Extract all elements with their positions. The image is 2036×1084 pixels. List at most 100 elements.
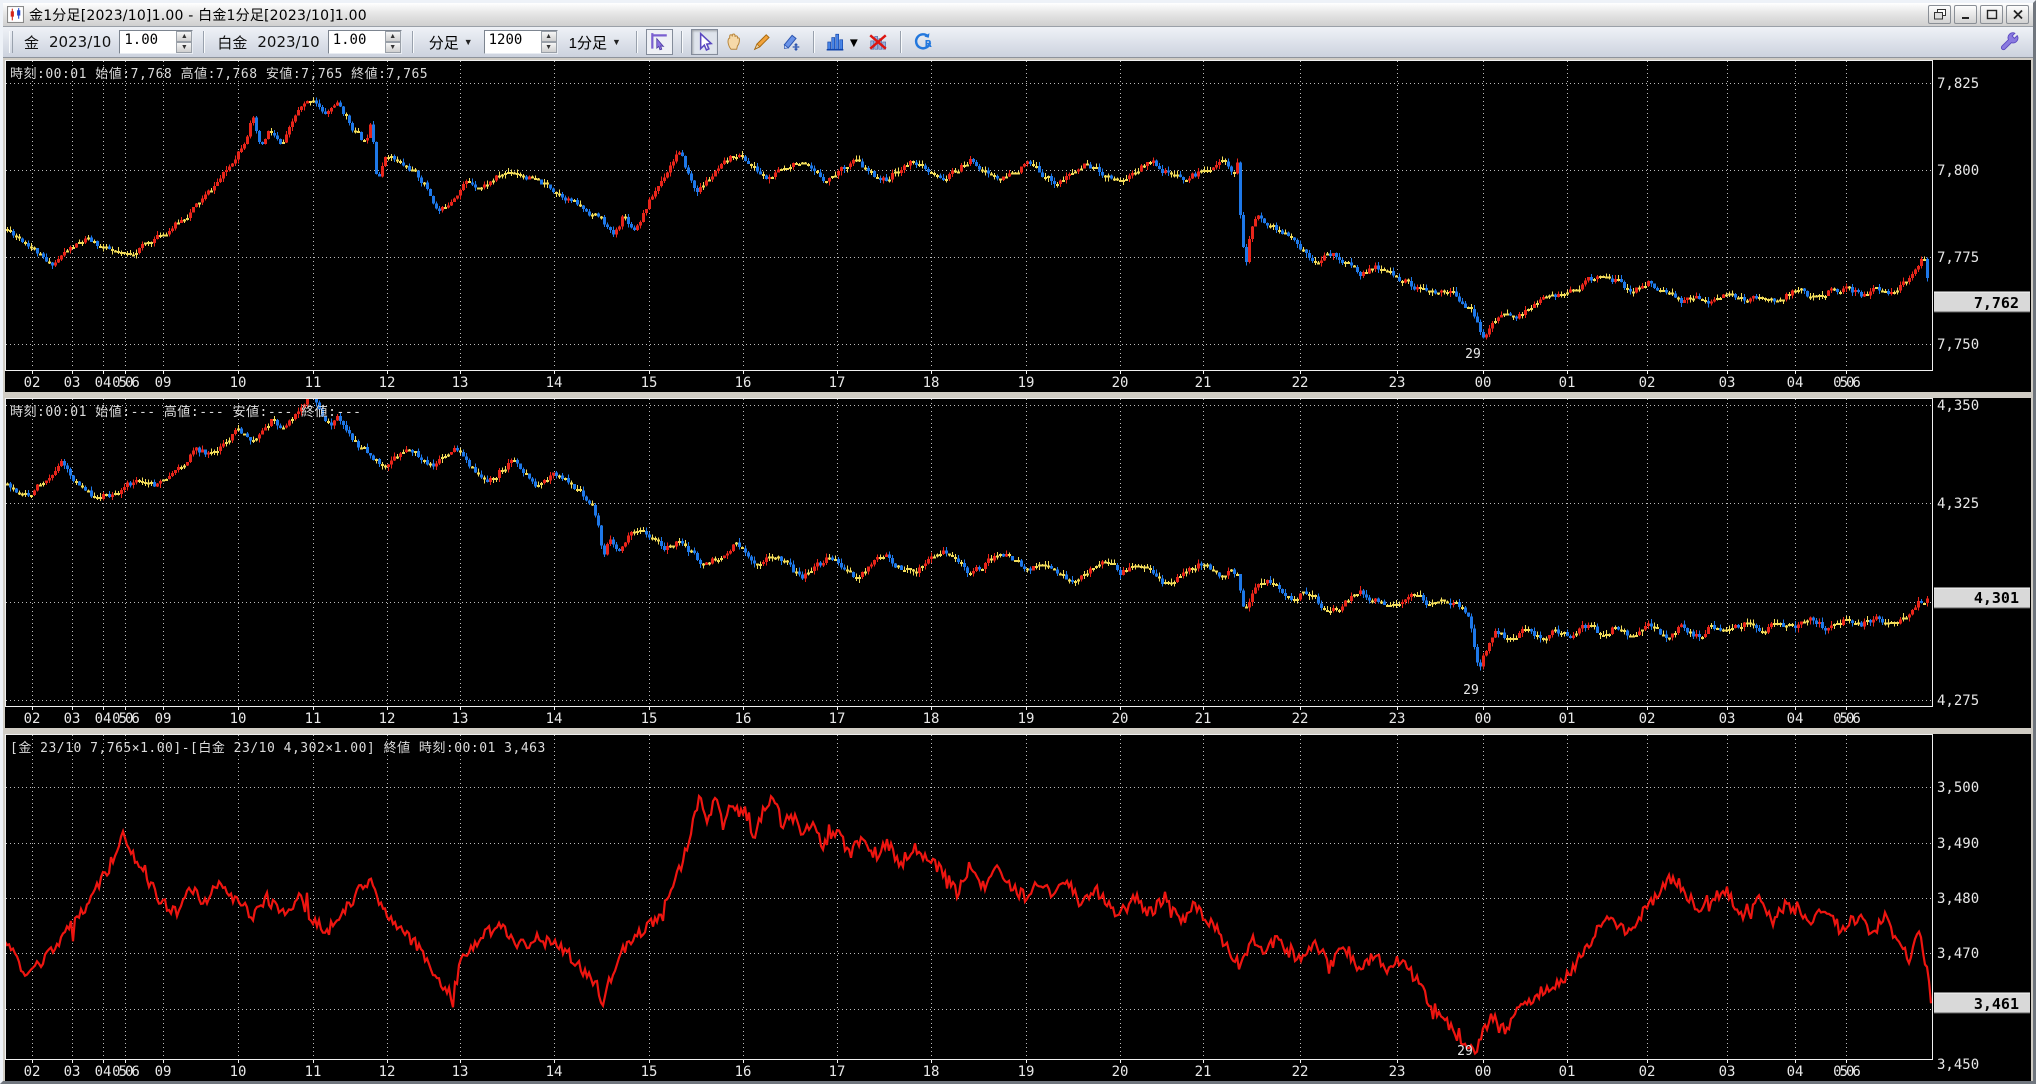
x-axis-hour-label: 03 — [1719, 375, 1736, 391]
bar-count-value[interactable]: 1200 — [485, 31, 541, 53]
x-axis-hour-label: 21 — [1195, 711, 1212, 727]
maximize-button[interactable] — [1980, 5, 2003, 24]
y-axis-price-label: 3,450 — [1937, 1057, 1979, 1073]
app-window: 金1分足[2023/10]1.00 - 白金1分足[2023/10]1.00 金… — [0, 0, 2036, 1084]
y-axis-price-label: 7,750 — [1937, 337, 1979, 353]
platinum-chart-svg[interactable]: 02 03 04 0506 09 10 11 12 13 14 15 16 17 18 19 20 21 22 23… — [5, 398, 2031, 728]
gold-multiplier-value[interactable]: 1.00 — [120, 31, 176, 53]
plot-border — [5, 60, 1933, 371]
x-axis: 02 03 04 0506 09 10 11 12 13 14 15 16 17 18 19 20 21 22 23… — [24, 1059, 1862, 1080]
interval-dropdown[interactable]: 1分足 ▼ — [563, 29, 627, 56]
x-axis-hour-label: 18 — [923, 711, 940, 727]
platinum-symbol-label: 白金 — [217, 33, 248, 52]
bar-chart-delete-icon — [869, 34, 887, 50]
x-axis-hour-label: 04 — [95, 375, 112, 391]
x-axis-hour-label: 12 — [379, 711, 396, 727]
cascade-windows-button[interactable] — [1928, 5, 1951, 24]
close-button[interactable] — [2006, 5, 2029, 24]
x-axis-hour-label: 02 — [24, 711, 41, 727]
chart-pointer-settings-button[interactable] — [645, 29, 673, 55]
gold-contract-month-label: 2023/10 — [49, 33, 112, 51]
y-axis-price-label: 4,275 — [1937, 693, 1979, 709]
x-axis-hour-label: 21 — [1195, 375, 1212, 391]
x-axis-hour-label: 16 — [735, 1064, 752, 1080]
x-axis-hour-label: 10 — [230, 1064, 247, 1080]
x-axis-hour-label: 23 — [1389, 711, 1406, 727]
date-change-marker: 29 — [1457, 1044, 1473, 1059]
x-axis-hour-label: 17 — [829, 711, 846, 727]
x-axis-hour-label: 16 — [735, 711, 752, 727]
settings-wrench-button[interactable] — [1996, 29, 2023, 55]
x-axis-hour-label: 10 — [230, 711, 247, 727]
gold-symbol-label: 金 — [24, 33, 40, 52]
chart-type-button[interactable]: ▼ — [823, 29, 863, 55]
pan-tool-button[interactable] — [720, 29, 747, 55]
chart-pointer-icon — [651, 33, 668, 51]
platinum-multiplier-spin-down-button[interactable]: ▼ — [384, 42, 401, 53]
x-axis-hour-label: 04 — [1787, 375, 1804, 391]
x-axis-hour-label: 17 — [829, 1064, 846, 1080]
toolbar-grip[interactable] — [9, 31, 13, 53]
x-axis-hour-label: 01 — [1559, 375, 1576, 391]
bar-type-dropdown[interactable]: 分足 ▼ — [423, 29, 479, 56]
x-axis-hour-label: 20 — [1112, 1064, 1129, 1080]
x-axis-hour-label: 20 — [1112, 711, 1129, 727]
bar-count-spin-down-button[interactable]: ▼ — [540, 42, 557, 53]
bar-count-spin-up-button[interactable]: ▲ — [540, 31, 557, 42]
delete-indicators-button[interactable] — [865, 29, 892, 55]
x-axis-hour-label: 23 — [1389, 375, 1406, 391]
platinum-multiplier-value[interactable]: 1.00 — [329, 31, 385, 53]
platinum-multiplier-input[interactable]: 1.00 ▲ ▼ — [327, 30, 402, 54]
platinum-candles-series — [6, 398, 1929, 671]
bar-count-input[interactable]: 1200 ▲ ▼ — [483, 30, 558, 54]
y-axis-price-label: 4,325 — [1937, 496, 1979, 512]
x-axis-hour-label: 23 — [1389, 1064, 1406, 1080]
title-bar[interactable]: 金1分足[2023/10]1.00 - 白金1分足[2023/10]1.00 — [3, 3, 2033, 27]
minimize-button[interactable] — [1954, 5, 1977, 24]
gold-chart-svg[interactable]: 02 03 04 0506 09 10 11 12 13 14 15 16 17 18 19 20 21 22 23… — [5, 60, 2031, 392]
spread-chart-svg[interactable]: 02 03 04 0506 09 10 11 12 13 14 15 16 17 18 19 20 21 22 23… — [5, 734, 2031, 1081]
hand-icon — [727, 33, 741, 50]
chevron-down-icon: ▼ — [847, 34, 861, 50]
bar-chart-icon — [826, 33, 844, 51]
gold-multiplier-spin-up-button[interactable]: ▲ — [176, 31, 193, 42]
gold-multiplier-input[interactable]: 1.00 ▲ ▼ — [119, 30, 194, 54]
x-axis-hour-label: 11 — [305, 711, 322, 727]
select-tool-button[interactable] — [690, 29, 718, 55]
y-axis-price-label: 3,480 — [1937, 891, 1979, 907]
draw-line-tool-button[interactable] — [749, 29, 776, 55]
x-axis-hour-label: 21 — [1195, 1064, 1212, 1080]
x-axis-hour-label: 19 — [1018, 375, 1035, 391]
x-axis-hour-label: 22 — [1292, 1064, 1309, 1080]
platinum-chart-panel[interactable]: 02 03 04 0506 09 10 11 12 13 14 15 16 17 18 19 20 21 22 23… — [5, 398, 2031, 728]
reload-button[interactable]: R — [910, 29, 937, 55]
marker-tool-button[interactable] — [778, 29, 805, 55]
x-axis-hour-label: 13 — [452, 1064, 469, 1080]
x-axis-hour-label: 18 — [923, 375, 940, 391]
x-axis-hour-label: 09 — [155, 711, 172, 727]
x-axis-hour-label: 03 — [64, 1064, 81, 1080]
x-axis-hour-label: 0506 — [1833, 711, 1860, 727]
app-candlestick-icon — [7, 6, 24, 23]
plot-border — [5, 734, 1933, 1060]
gold-multiplier-spin-down-button[interactable]: ▼ — [176, 42, 193, 53]
current-price-label: 4,301 — [1934, 587, 2030, 609]
x-axis-hour-label: 09 — [155, 1064, 172, 1080]
x-axis-hour-label: 04 — [1787, 1064, 1804, 1080]
platinum-multiplier-spin-up-button[interactable]: ▲ — [384, 31, 401, 42]
gold-chart-panel[interactable]: 02 03 04 0506 09 10 11 12 13 14 15 16 17 18 19 20 21 22 23… — [5, 60, 2031, 392]
y-axis-price-label: 7,825 — [1937, 76, 1979, 92]
toolbar-separator — [899, 31, 902, 53]
chart-area: 02 03 04 0506 09 10 11 12 13 14 15 16 17 18 19 20 21 22 23… — [3, 58, 2033, 1081]
spread-chart-panel[interactable]: 02 03 04 0506 09 10 11 12 13 14 15 16 17 18 19 20 21 22 23… — [5, 734, 2031, 1081]
x-axis-hour-label: 04 — [95, 711, 112, 727]
x-axis-hour-label: 14 — [546, 711, 563, 727]
y-axis-price-label: 4,350 — [1937, 398, 1979, 414]
x-axis-hour-label: 22 — [1292, 711, 1309, 727]
toolbar: 金 2023/10 1.00 ▲ ▼ 白金 2023/10 1.00 ▲ ▼ 分… — [3, 27, 2033, 58]
x-axis-hour-label: 02 — [24, 375, 41, 391]
highlighter-move-icon — [784, 34, 800, 51]
y-axis: 3,500 3,490 3,480 3,470 3,450 — [1937, 780, 1979, 1073]
x-axis-hour-label: 20 — [1112, 375, 1129, 391]
grid-lines — [6, 61, 1932, 369]
